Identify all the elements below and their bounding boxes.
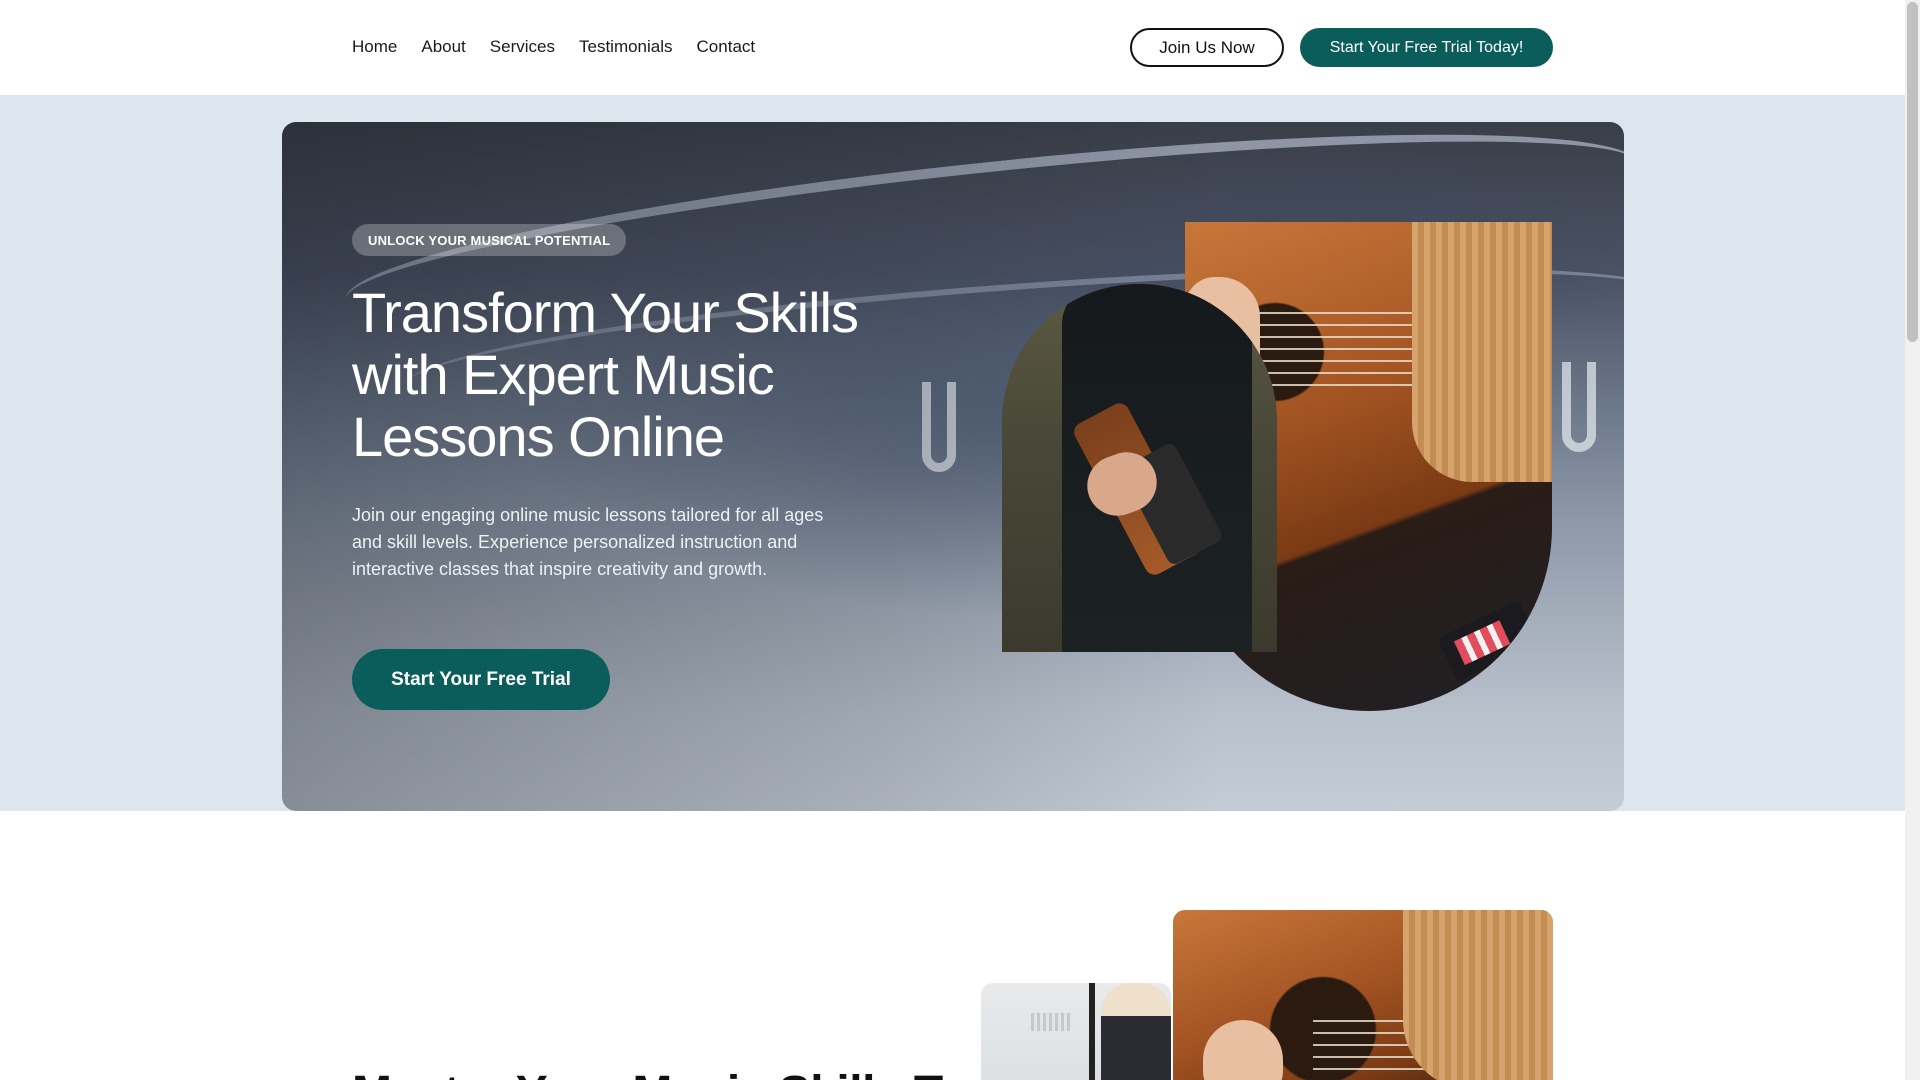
- hero-badge: UNLOCK YOUR MUSICAL POTENTIAL: [352, 224, 627, 256]
- hero-card: UNLOCK YOUR MUSICAL POTENTIAL Transform …: [282, 122, 1624, 811]
- hero-title: Transform Your Skills with Expert Music …: [352, 281, 859, 468]
- nav-services-link[interactable]: Services: [490, 36, 555, 58]
- sweater-sleeve: [1403, 910, 1553, 1080]
- guitar-player-photo: [1002, 284, 1277, 652]
- nav-contact-link[interactable]: Contact: [697, 36, 756, 58]
- nav-testimonials-link[interactable]: Testimonials: [579, 36, 673, 58]
- mic-stand: [1089, 983, 1095, 1080]
- page-scrollbar[interactable]: [1905, 0, 1920, 1080]
- hero-description: Join our engaging online music lessons t…: [352, 505, 824, 579]
- nav-about-link[interactable]: About: [421, 36, 465, 58]
- singer: [1101, 983, 1171, 1080]
- sweater-sleeve: [1412, 222, 1552, 482]
- guitar-closeup-photo-2: [1173, 910, 1553, 1080]
- scrollbar-thumb[interactable]: [1907, 2, 1918, 342]
- singer-guitar-photo: [981, 983, 1171, 1080]
- ceiling-vent: [1031, 1013, 1071, 1031]
- site-header: Home About Services Testimonials Contact…: [0, 0, 1905, 95]
- hero-free-trial-button[interactable]: Start Your Free Trial: [352, 649, 610, 710]
- section-title: Master Your Music Skills Today: [352, 1066, 1050, 1080]
- join-us-button[interactable]: Join Us Now: [1130, 28, 1284, 67]
- hand-on-guitar: [1203, 1020, 1283, 1080]
- nav-home-link[interactable]: Home: [352, 36, 397, 58]
- main-nav: Home About Services Testimonials Contact: [352, 36, 779, 58]
- header-free-trial-button[interactable]: Start Your Free Trial Today!: [1300, 28, 1553, 67]
